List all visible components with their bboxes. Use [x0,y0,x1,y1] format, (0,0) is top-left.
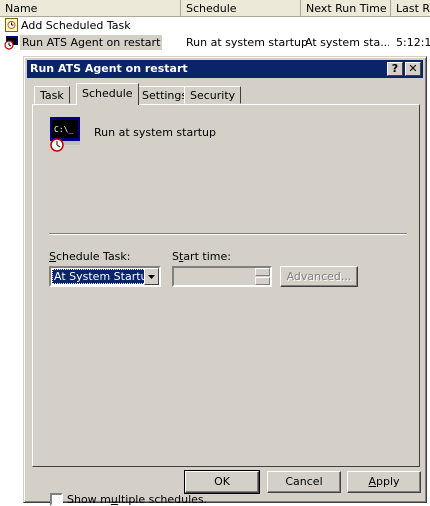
task-name: Run ATS Agent on restart [20,35,163,50]
tab-schedule[interactable]: Schedule [76,83,139,105]
advanced-button[interactable]: Advanced... [280,266,358,287]
cancel-button[interactable]: Cancel [267,471,341,493]
task-properties-dialog: Run ATS Agent on restart ? ✕ Task Schedu… [23,56,427,506]
separator [49,233,407,235]
tab-strip: Task Schedule Settings Security [32,83,422,105]
spin-up-icon[interactable] [255,268,270,276]
show-multiple-checkbox[interactable] [50,493,63,506]
list-item[interactable]: Add Scheduled Task [0,17,430,34]
help-button[interactable]: ? [387,62,403,76]
spin-down-icon[interactable] [255,277,270,285]
title-bar[interactable]: Run ATS Agent on restart ? ✕ [27,60,423,78]
close-button[interactable]: ✕ [405,62,421,76]
schedule-panel: C:\_ Run at system startup Schedule Task… [32,104,420,506]
tab-task[interactable]: Task [34,86,70,104]
show-multiple-label[interactable]: Show multiple schedules. [67,493,207,506]
task-next-run: At system sta... [305,36,389,49]
start-time-field[interactable] [172,266,272,287]
add-task-icon [5,18,18,32]
scheduled-task-icon [4,36,18,50]
apply-button[interactable]: Apply [347,471,421,493]
column-header-schedule[interactable]: Schedule [181,0,301,17]
dropdown-arrow-icon[interactable] [144,268,159,285]
column-header-next-run[interactable]: Next Run Time [301,0,391,17]
task-schedule: Run at system startup [186,36,308,49]
task-program-icon: C:\_ [49,117,81,153]
list-item[interactable]: Run ATS Agent on restart Run at system s… [0,34,430,51]
schedule-task-value: At System Startup [52,269,157,284]
schedule-task-dropdown[interactable]: At System Startup [49,266,161,287]
ok-button[interactable]: OK [184,470,260,494]
schedule-summary: Run at system startup [94,126,216,139]
column-header-name[interactable]: Name [0,0,181,17]
task-last-run: 5:12:18 [396,36,430,49]
svg-text:C:\_: C:\_ [54,125,73,134]
dialog-title: Run ATS Agent on restart [30,62,188,75]
task-name: Add Scheduled Task [21,19,131,32]
column-header-last-run[interactable]: Last Ru [391,0,430,17]
tab-security[interactable]: Security [184,86,242,104]
schedule-task-label: Schedule Task: [49,250,131,263]
start-time-label: Start time: [172,250,231,263]
close-icon: ✕ [408,62,418,75]
